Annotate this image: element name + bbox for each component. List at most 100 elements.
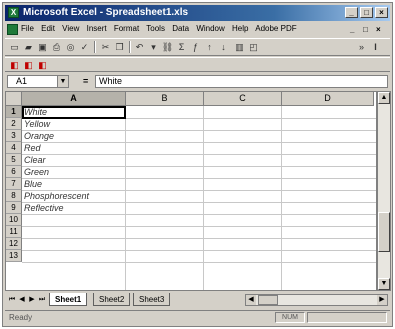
row-header[interactable]: 3 <box>6 130 22 142</box>
menu-bar: File Edit View Insert Format Tools Data … <box>5 22 390 37</box>
worksheet-grid: A B C D 1 2 3 4 5 6 7 8 9 10 11 12 13 Wh… <box>5 91 377 291</box>
formula-input[interactable]: White <box>95 75 388 88</box>
cell-a5[interactable]: Clear <box>24 154 46 166</box>
horizontal-scroll-thumb[interactable] <box>258 295 278 305</box>
cell-a4[interactable]: Red <box>24 142 41 154</box>
menu-format[interactable]: Format <box>114 24 139 33</box>
column-header-d[interactable]: D <box>282 92 374 106</box>
doc-close-button[interactable]: × <box>376 25 381 34</box>
pdf-review-icon[interactable]: ◧ <box>36 59 49 71</box>
row-header[interactable]: 8 <box>6 190 22 202</box>
vertical-scroll-thumb[interactable] <box>378 212 390 252</box>
row-header[interactable]: 5 <box>6 154 22 166</box>
gridline <box>22 262 376 263</box>
row-header[interactable]: 11 <box>6 226 22 238</box>
scroll-right-icon[interactable]: ▶ <box>377 295 387 305</box>
row-header[interactable]: 4 <box>6 142 22 154</box>
cell-a6[interactable]: Green <box>24 166 49 178</box>
doc-restore-button[interactable]: □ <box>363 25 368 34</box>
menu-view[interactable]: View <box>62 24 79 33</box>
row-header[interactable]: 12 <box>6 238 22 250</box>
select-all-button[interactable] <box>6 92 22 106</box>
cell-a2[interactable]: Yellow <box>24 118 50 130</box>
sort-ascending-icon[interactable]: ↑ <box>203 41 216 53</box>
scroll-down-icon[interactable]: ▼ <box>378 278 390 290</box>
menu-tools[interactable]: Tools <box>146 24 165 33</box>
row-header[interactable]: 1 <box>6 106 22 118</box>
name-box-value: A1 <box>16 76 28 86</box>
tab-sheet1[interactable]: Sheet1 <box>49 293 88 306</box>
print-preview-icon[interactable]: ◎ <box>64 41 77 53</box>
gridline <box>125 106 126 290</box>
menu-data[interactable]: Data <box>172 24 189 33</box>
spelling-icon[interactable]: ✓ <box>78 41 91 53</box>
doc-minimize-button[interactable]: _ <box>350 25 354 34</box>
column-header-c[interactable]: C <box>204 92 282 106</box>
sheet-tab-bar: ⏮ ◀ ▶ ⏭ Sheet1 Sheet2 Sheet3 ◀ ▶ <box>5 292 390 308</box>
italic-icon[interactable]: I <box>369 41 382 53</box>
maximize-button[interactable]: □ <box>360 7 373 18</box>
scroll-left-icon[interactable]: ◀ <box>246 295 256 305</box>
save-icon[interactable]: ▣ <box>36 41 49 53</box>
menu-help[interactable]: Help <box>232 24 248 33</box>
name-box[interactable]: A1 ▼ <box>7 75 69 88</box>
column-header-a[interactable]: A <box>22 92 126 106</box>
pdf-email-icon[interactable]: ◧ <box>22 59 35 71</box>
print-icon[interactable]: ⎙ <box>50 41 63 53</box>
gridline <box>22 202 376 203</box>
scroll-up-icon[interactable]: ▲ <box>378 92 390 104</box>
function-icon[interactable]: ƒ <box>189 41 202 53</box>
vertical-scrollbar[interactable]: ▲ ▼ <box>377 91 391 291</box>
gridline <box>22 142 376 143</box>
close-button[interactable]: × <box>375 7 388 18</box>
menu-edit[interactable]: Edit <box>41 24 55 33</box>
hyperlink-icon[interactable]: ⛓ <box>161 41 174 53</box>
new-icon[interactable]: ▭ <box>8 41 21 53</box>
formula-icon[interactable]: = <box>83 76 88 86</box>
sort-descending-icon[interactable]: ↓ <box>217 41 230 53</box>
cell-a8[interactable]: Phosphorescent <box>24 190 89 202</box>
column-header-b[interactable]: B <box>126 92 204 106</box>
row-header[interactable]: 10 <box>6 214 22 226</box>
active-cell-selection[interactable] <box>22 106 126 119</box>
menu-file[interactable]: File <box>21 24 34 33</box>
more-buttons-icon[interactable]: » <box>355 41 368 53</box>
status-bar: Ready NUM <box>5 310 390 325</box>
last-sheet-icon[interactable]: ⏭ <box>37 294 47 305</box>
excel-app-icon[interactable]: X <box>8 7 19 18</box>
minimize-button[interactable]: _ <box>345 7 358 18</box>
title-bar: X Microsoft Excel - Spreadsheet1.xls _ □… <box>5 5 390 21</box>
undo-icon[interactable]: ↶ <box>133 41 146 53</box>
chevron-down-icon[interactable]: ▼ <box>57 76 68 87</box>
drawing-icon[interactable]: ◰ <box>247 41 260 53</box>
row-header[interactable]: 6 <box>6 166 22 178</box>
gridline <box>22 238 376 239</box>
row-header[interactable]: 9 <box>6 202 22 214</box>
row-header[interactable]: 13 <box>6 250 22 262</box>
menu-window[interactable]: Window <box>196 24 224 33</box>
tab-sheet3[interactable]: Sheet3 <box>133 293 171 306</box>
num-lock-indicator: NUM <box>275 312 305 323</box>
copy-icon[interactable]: ❐ <box>113 41 126 53</box>
horizontal-scrollbar[interactable]: ◀ ▶ <box>245 294 388 306</box>
undo-dropdown-icon[interactable]: ▾ <box>147 41 160 53</box>
next-sheet-icon[interactable]: ▶ <box>27 294 37 305</box>
autosum-icon[interactable]: Σ <box>175 41 188 53</box>
cut-icon[interactable]: ✂ <box>99 41 112 53</box>
pdf-icon[interactable]: ◧ <box>8 59 21 71</box>
cell-a7[interactable]: Blue <box>24 178 42 190</box>
workbook-icon[interactable] <box>7 24 18 35</box>
tab-sheet2[interactable]: Sheet2 <box>93 293 131 306</box>
row-header[interactable]: 2 <box>6 118 22 130</box>
formula-bar: A1 ▼ = White <box>5 74 390 90</box>
status-text: Ready <box>9 313 33 322</box>
menu-adobe-pdf[interactable]: Adobe PDF <box>255 24 296 33</box>
cell-a3[interactable]: Orange <box>24 130 54 142</box>
row-header[interactable]: 7 <box>6 178 22 190</box>
chart-wizard-icon[interactable]: ▥ <box>233 41 246 53</box>
first-sheet-icon[interactable]: ⏮ <box>7 294 17 305</box>
menu-insert[interactable]: Insert <box>87 24 107 33</box>
open-icon[interactable]: ▰ <box>22 41 35 53</box>
cell-a9[interactable]: Reflective <box>24 202 64 214</box>
prev-sheet-icon[interactable]: ◀ <box>17 294 27 305</box>
